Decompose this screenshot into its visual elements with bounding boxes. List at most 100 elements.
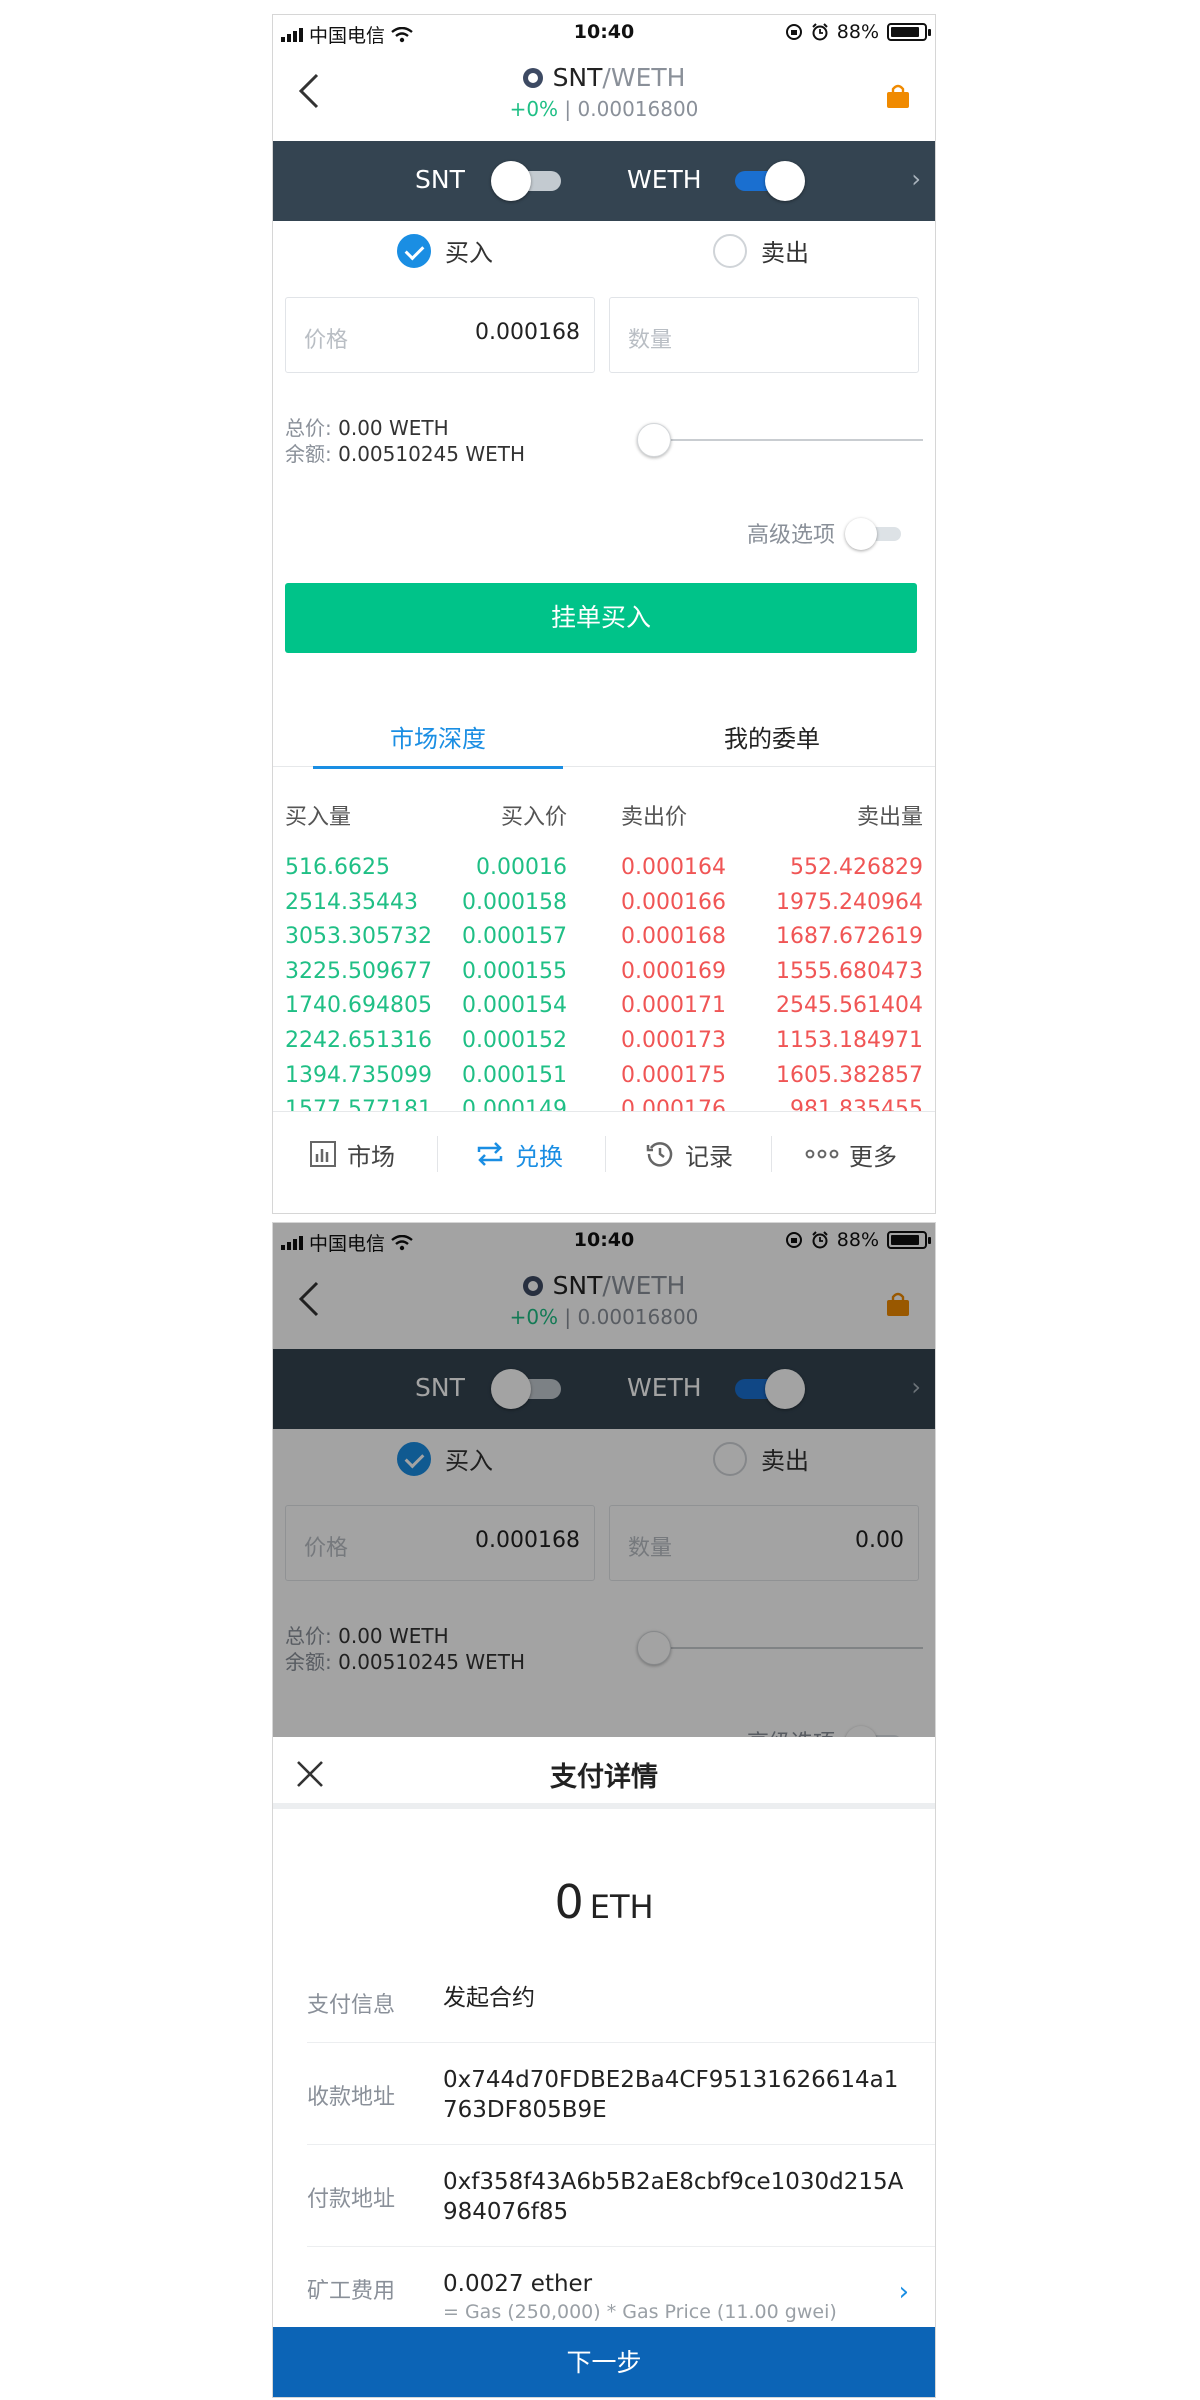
- sell-qty-cell: 1687.672619: [776, 924, 923, 950]
- last-price: 0.00016800: [577, 97, 699, 121]
- receiver-address-row: 收款地址 0x744d70FDBE2Ba4CF95131626614a1763D…: [307, 2043, 935, 2145]
- sell-radio[interactable]: 卖出: [713, 233, 809, 268]
- payment-info-row: 支付信息 发起合约: [307, 1953, 935, 2043]
- total-value: 0.00 WETH: [338, 416, 449, 440]
- tab-market-depth[interactable]: 市场深度: [313, 719, 563, 769]
- price-change: +0%: [509, 97, 559, 121]
- base-token-label: SNT: [415, 165, 465, 194]
- sell-price-cell: 0.000164: [621, 855, 726, 880]
- advanced-options-label: 高级选项: [746, 523, 835, 548]
- token-switch-bar: SNT WETH ›: [273, 141, 935, 221]
- shopping-bag-icon[interactable]: [885, 83, 911, 109]
- pair-subtitle: +0% | 0.00016800: [509, 97, 699, 121]
- depth-header-sell-qty: 卖出量: [856, 805, 923, 830]
- payment-details-screen: 中国电信 10:40 88% SNT/WETH +0% | 0.00016800…: [272, 1222, 936, 2398]
- buy-price-cell: 0.000154: [462, 993, 567, 1019]
- table-row[interactable]: 2514.35443 0.000158 0.000166 1975.240964: [273, 890, 935, 924]
- chevron-right-icon[interactable]: ›: [899, 2277, 909, 2307]
- advanced-options-toggle[interactable]: [845, 518, 901, 550]
- buy-price-cell: 0.000155: [462, 958, 567, 984]
- history-icon: [646, 1142, 673, 1167]
- table-row[interactable]: 2242.651316 0.000152 0.000173 1153.184971: [273, 1028, 935, 1062]
- table-row[interactable]: 3225.509677 0.000155 0.000169 1555.680473: [273, 959, 935, 993]
- alarm-icon: [812, 23, 828, 41]
- buy-qty-cell: 1577.577181: [285, 1097, 432, 1111]
- buy-price-cell: 0.000158: [462, 889, 567, 915]
- next-step-button[interactable]: 下一步: [273, 2327, 935, 2397]
- modal-backdrop[interactable]: [273, 1223, 935, 1737]
- amount-slider[interactable]: [637, 423, 923, 457]
- sheet-header: 支付详情: [273, 1737, 935, 1809]
- tab-my-orders[interactable]: 我的委单: [647, 719, 897, 754]
- battery-icon: [887, 23, 931, 41]
- buy-price-cell: 0.000157: [462, 924, 567, 950]
- buy-qty-cell: 2242.651316: [285, 1028, 432, 1053]
- table-row[interactable]: 516.6625 0.00016 0.000164 552.426829: [273, 855, 935, 889]
- buy-qty-cell: 2514.35443: [285, 889, 418, 915]
- nav-header: SNT/WETH +0% | 0.00016800: [273, 49, 935, 141]
- chevron-right-icon[interactable]: ›: [911, 165, 921, 193]
- unchecked-radio-icon: [713, 233, 747, 268]
- sell-price-cell: 0.000173: [621, 1028, 726, 1053]
- order-totals: 总价: 0.00 WETH 余额: 0.00510245 WETH: [285, 416, 526, 466]
- slider-thumb[interactable]: [637, 423, 671, 457]
- table-row[interactable]: 1577.577181 0.000149 0.000176 981.835455: [273, 1097, 935, 1111]
- battery-percent: 88%: [836, 21, 879, 43]
- balance-value: 0.00510245 WETH: [338, 442, 526, 466]
- sell-price-cell: 0.000166: [621, 889, 726, 915]
- payer-address-row: 付款地址 0xf358f43A6b5B2aE8cbf9ce1030d215A98…: [307, 2145, 935, 2247]
- buy-price-cell: 0.000151: [462, 1062, 567, 1088]
- chart-icon: [310, 1141, 336, 1167]
- quantity-input[interactable]: 数量: [609, 297, 919, 373]
- base-token-toggle[interactable]: [491, 161, 561, 201]
- buy-radio[interactable]: 买入: [397, 233, 493, 268]
- more-icon: [805, 1149, 839, 1159]
- status-bar: 中国电信 10:40 88%: [273, 15, 935, 49]
- sheet-title: 支付详情: [550, 1762, 658, 1793]
- nav-item-more[interactable]: 更多: [805, 1112, 897, 1196]
- buy-qty-cell: 1394.735099: [285, 1062, 432, 1088]
- checked-radio-icon: [397, 233, 431, 268]
- place-buy-order-button[interactable]: 挂单买入: [285, 583, 917, 653]
- sell-qty-cell: 1605.382857: [776, 1062, 923, 1088]
- buy-qty-cell: 3225.509677: [285, 958, 432, 984]
- exchange-icon: [477, 1142, 503, 1166]
- sell-qty-cell: 981.835455: [790, 1097, 923, 1111]
- depth-header-buy-price: 买入价: [500, 805, 567, 830]
- sell-qty-cell: 552.426829: [790, 855, 923, 880]
- depth-header-sell-price: 卖出价: [621, 805, 688, 830]
- payment-amount: 0 ETH: [554, 1875, 654, 1929]
- sell-price-cell: 0.000169: [621, 958, 726, 984]
- table-row[interactable]: 1740.694805 0.000154 0.000171 2545.561404: [273, 993, 935, 1027]
- buy-price-cell: 0.00016: [476, 855, 567, 880]
- sell-qty-cell: 1555.680473: [776, 958, 923, 984]
- miner-fee-row[interactable]: 矿工费用 0.0027 ether = Gas (250,000) * Gas …: [307, 2247, 935, 2327]
- exchange-screen: 中国电信 10:40 88% SNT/WETH +0% | 0.00016800…: [272, 14, 936, 1214]
- nav-item-exchange[interactable]: 兑换: [475, 1112, 563, 1196]
- sell-price-cell: 0.000176: [621, 1097, 726, 1111]
- buy-qty-cell: 1740.694805: [285, 993, 432, 1019]
- sell-qty-cell: 1153.184971: [776, 1028, 923, 1053]
- snt-coin-icon: [522, 68, 543, 88]
- buy-price-cell: 0.000152: [462, 1028, 567, 1053]
- payment-details-sheet: 支付详情 0 ETH 支付信息 发起合约 收款地址 0x744d70FDBE2Ba…: [273, 1737, 935, 2397]
- quote-token-toggle[interactable]: [735, 161, 805, 201]
- sell-qty-cell: 2545.561404: [776, 993, 923, 1019]
- sell-price-cell: 0.000175: [621, 1062, 726, 1088]
- nav-item-history[interactable]: 记录: [645, 1112, 733, 1196]
- price-input[interactable]: 价格 0.000168: [285, 297, 595, 373]
- sell-qty-cell: 1975.240964: [776, 889, 923, 915]
- buy-price-cell: 0.000149: [462, 1097, 567, 1111]
- buy-qty-cell: 516.6625: [285, 855, 390, 880]
- orientation-lock-icon: [785, 24, 802, 40]
- sell-price-cell: 0.000171: [621, 993, 726, 1019]
- depth-header-buy-qty: 买入量: [285, 805, 352, 830]
- nav-item-market[interactable]: 市场: [309, 1112, 395, 1196]
- table-row[interactable]: 3053.305732 0.000157 0.000168 1687.672619: [273, 924, 935, 958]
- buy-qty-cell: 3053.305732: [285, 924, 432, 950]
- quote-token-label: WETH: [627, 165, 702, 194]
- pair-title: SNT/WETH: [273, 63, 935, 92]
- depth-tabs: 市场深度 我的委单: [273, 703, 935, 769]
- table-row[interactable]: 1394.735099 0.000151 0.000175 1605.382857: [273, 1063, 935, 1097]
- sell-price-cell: 0.000168: [621, 924, 726, 950]
